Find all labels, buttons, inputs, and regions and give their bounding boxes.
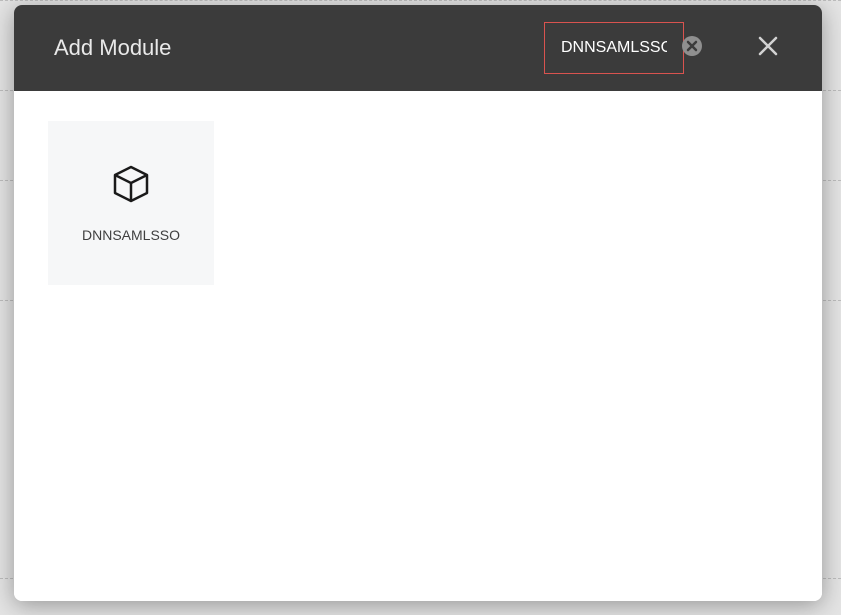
add-module-dialog: Add Module <box>14 5 822 601</box>
close-dialog-button[interactable] <box>756 36 780 60</box>
dialog-body: DNNSAMLSSO <box>14 91 822 601</box>
close-icon <box>758 36 778 61</box>
module-search-input[interactable] <box>544 22 684 74</box>
module-card-label: DNNSAMLSSO <box>82 227 180 243</box>
cube-icon <box>110 163 152 205</box>
clear-search-button[interactable] <box>680 36 704 60</box>
module-card[interactable]: DNNSAMLSSO <box>48 121 214 285</box>
clear-icon <box>681 35 703 62</box>
dialog-header: Add Module <box>14 5 822 91</box>
dialog-title: Add Module <box>54 35 171 61</box>
